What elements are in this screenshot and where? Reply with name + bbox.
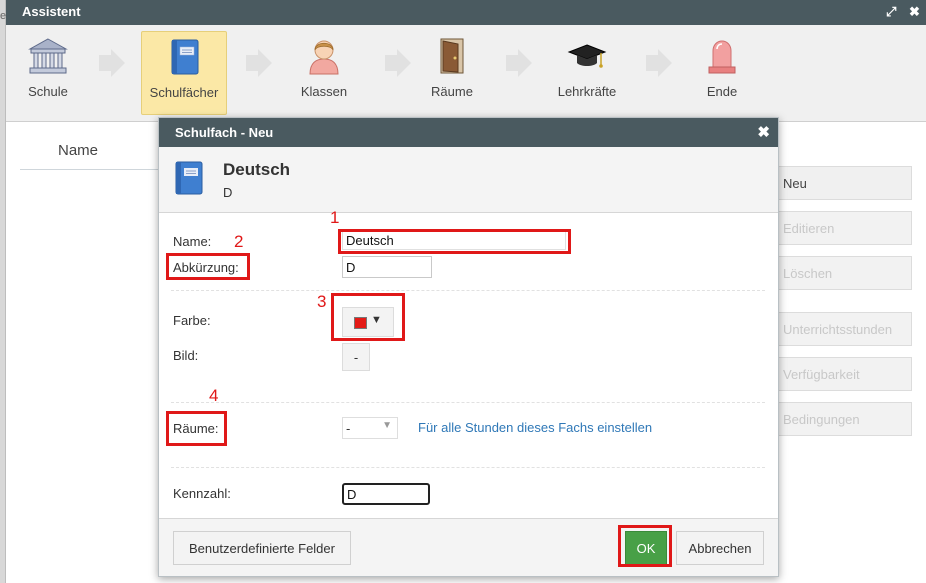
annotation-number: 4 xyxy=(209,386,219,405)
annotation-box-abbreviation xyxy=(166,253,250,280)
building-icon xyxy=(28,38,68,74)
subject-heading: Deutsch xyxy=(223,160,291,179)
expand-icon[interactable]: ⤢ xyxy=(886,4,896,20)
subject-new-dialog: Schulfach - Neu ✖ Deutsch D Name: Abkürz… xyxy=(158,117,779,577)
abbreviation-input[interactable] xyxy=(342,256,432,278)
rooms-select[interactable]: - ▼ xyxy=(342,417,398,439)
graduation-cap-icon xyxy=(567,44,607,68)
lessons-button[interactable]: Unterrichtsstunden xyxy=(776,312,912,346)
code-input[interactable] xyxy=(342,483,430,505)
annotation-box-ok xyxy=(618,525,672,567)
step-ende[interactable]: Ende xyxy=(679,31,765,115)
dialog-titlebar: Schulfach - Neu ✖ xyxy=(159,118,778,147)
separator xyxy=(171,290,765,291)
annotation-number: 2 xyxy=(234,232,244,251)
step-label: Schule xyxy=(28,84,68,99)
person-icon xyxy=(309,40,339,75)
step-schule[interactable]: Schule xyxy=(5,31,91,115)
separator xyxy=(171,467,765,468)
color-label: Farbe: xyxy=(173,313,211,328)
assistant-titlebar: Assistent ⤢ ✖ xyxy=(6,0,926,25)
new-button[interactable]: Neu xyxy=(776,166,912,200)
step-lehrkraefte[interactable]: Lehrkräfte xyxy=(544,31,630,115)
cancel-button[interactable]: Abbrechen xyxy=(676,531,764,565)
chevron-down-icon: ▼ xyxy=(382,420,392,431)
delete-button[interactable]: Löschen xyxy=(776,256,912,290)
separator xyxy=(171,402,765,403)
step-label: Klassen xyxy=(300,84,348,99)
image-select-button[interactable]: - xyxy=(342,343,370,371)
wizard-steps: Schule Schulfächer Klassen Räume Lehrkrä… xyxy=(6,25,926,122)
availability-button[interactable]: Verfügbarkeit xyxy=(776,357,912,391)
name-column-header[interactable]: Name xyxy=(58,142,98,159)
dialog-footer: Benutzerdefinierte Felder OK Abbrechen xyxy=(159,518,778,576)
annotation-box-color xyxy=(331,293,405,341)
edit-button[interactable]: Editieren xyxy=(776,211,912,245)
alarm-light-icon xyxy=(708,40,736,74)
step-label: Lehrkräfte xyxy=(557,84,617,99)
close-icon[interactable]: ✖ xyxy=(909,4,920,20)
dialog-title: Schulfach - Neu xyxy=(175,125,274,140)
annotation-number: 3 xyxy=(317,292,327,311)
rooms-select-value: - xyxy=(346,421,351,436)
book-icon xyxy=(171,39,199,75)
step-label: Räume xyxy=(431,84,473,99)
name-label: Name: xyxy=(173,234,212,249)
annotation-number: 1 xyxy=(330,208,340,227)
custom-fields-button[interactable]: Benutzerdefinierte Felder xyxy=(173,531,351,565)
set-for-all-lessons-link[interactable]: Für alle Stunden dieses Fachs einstellen xyxy=(418,420,652,435)
dialog-close-icon[interactable]: ✖ xyxy=(757,123,770,141)
conditions-button[interactable]: Bedingungen xyxy=(776,402,912,436)
step-label: Ende xyxy=(706,84,738,99)
step-schulfaecher[interactable]: Schulfächer xyxy=(141,31,227,115)
column-divider xyxy=(20,169,170,170)
window-title: Assistent xyxy=(22,4,81,19)
subject-subheading: D xyxy=(223,185,233,200)
book-icon xyxy=(175,161,203,195)
code-label: Kennzahl: xyxy=(173,486,231,501)
step-raeume[interactable]: Räume xyxy=(409,31,495,115)
image-label: Bild: xyxy=(173,348,199,363)
door-icon xyxy=(440,38,464,74)
step-klassen[interactable]: Klassen xyxy=(281,31,367,115)
step-label: Schulfächer xyxy=(149,85,219,100)
dialog-header: Deutsch D xyxy=(159,147,778,213)
annotation-box-rooms xyxy=(166,411,227,446)
annotation-box-name xyxy=(338,229,571,254)
